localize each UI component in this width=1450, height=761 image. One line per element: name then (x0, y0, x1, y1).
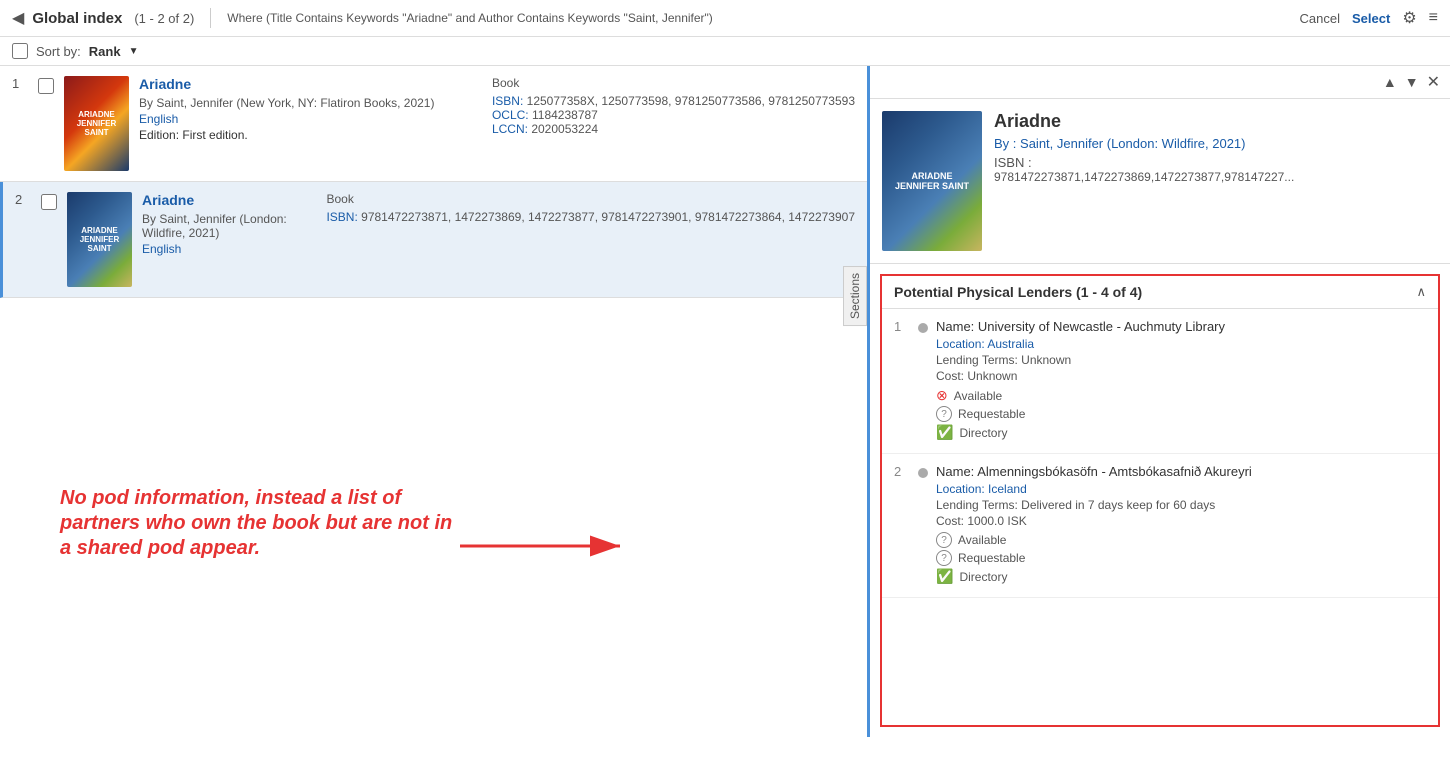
lender-name: Name: University of Newcastle - Auchmuty… (936, 319, 1426, 334)
header-divider (210, 8, 211, 28)
lender-directory: ✅ Directory (936, 424, 1426, 441)
lender-item: 2 Name: Almenningsbókasöfn - Amtsbókasaf… (882, 454, 1438, 598)
annotation-arrow (460, 516, 640, 576)
lender-location: Location: Australia (936, 337, 1426, 351)
right-panel: ▲ ▼ ✕ ARIADNEJENNIFER SAINT Ariadne By :… (870, 66, 1450, 737)
directory-check-icon: ✅ (936, 568, 953, 585)
sort-caret-icon: ▼ (129, 46, 139, 57)
detail-isbn-label: ISBN : (994, 155, 1438, 170)
lender-requestable: ? Requestable (936, 550, 1426, 566)
result-item[interactable]: 1 ARIADNEJENNIFER SAINT Ariadne By Saint… (0, 66, 867, 182)
detail-info: Ariadne By : Saint, Jennifer (London: Wi… (994, 111, 1438, 251)
result-checkbox-2[interactable] (41, 194, 57, 210)
lender-location: Location: Iceland (936, 482, 1426, 496)
result-meta-2: Book ISBN: 9781472273871, 1472273869, 14… (326, 192, 855, 224)
result-language-1: English (139, 112, 482, 126)
book-cover-1: ARIADNEJENNIFER SAINT (64, 76, 129, 171)
result-number: 2 (15, 192, 31, 207)
menu-icon[interactable]: ≡ (1429, 9, 1438, 27)
cancel-button[interactable]: Cancel (1300, 11, 1340, 26)
result-item[interactable]: 2 ARIADNEJENNIFER SAINT Ariadne By Saint… (0, 182, 867, 298)
toolbar: Sort by: Rank ▼ (0, 37, 1450, 66)
book-cover-2: ARIADNEJENNIFER SAINT (67, 192, 132, 287)
back-button[interactable]: ◀ (12, 8, 24, 28)
result-oclc-1: OCLC: 1184238787 (492, 108, 855, 122)
sort-by-label: Sort by: (36, 44, 81, 59)
detail-title: Ariadne (994, 111, 1438, 132)
annotation-text: No pod information, instead a list of pa… (60, 486, 460, 561)
lender-cost: Cost: Unknown (936, 369, 1426, 383)
result-type-2: Book (326, 192, 855, 206)
result-author-1: By Saint, Jennifer (New York, NY: Flatir… (139, 96, 482, 110)
lender-name: Name: Almenningsbókasöfn - Amtsbókasafni… (936, 464, 1426, 479)
result-info-1: Ariadne By Saint, Jennifer (New York, NY… (139, 76, 482, 142)
header: ◀ Global index (1 - 2 of 2) Where (Title… (0, 0, 1450, 37)
lender-directory: ✅ Directory (936, 568, 1426, 585)
main-content: 1 ARIADNEJENNIFER SAINT Ariadne By Saint… (0, 66, 1450, 737)
lenders-title: Potential Physical Lenders (1 - 4 of 4) (894, 284, 1142, 300)
result-language-2: English (142, 242, 316, 256)
sections-tab[interactable]: Sections (843, 266, 867, 326)
directory-check-icon: ✅ (936, 424, 953, 441)
lender-terms: Lending Terms: Delivered in 7 days keep … (936, 498, 1426, 512)
results-list: 1 ARIADNEJENNIFER SAINT Ariadne By Saint… (0, 66, 870, 737)
lender-content: Name: Almenningsbókasöfn - Amtsbókasafni… (936, 464, 1426, 587)
filter-description: Where (Title Contains Keywords "Ariadne"… (227, 11, 1291, 25)
result-checkbox-1[interactable] (38, 78, 54, 94)
lender-status-dot (918, 323, 928, 333)
lender-cost: Cost: 1000.0 ISK (936, 514, 1426, 528)
result-meta-1: Book ISBN: 125077358X, 1250773598, 97812… (492, 76, 855, 136)
available-x-icon: ⊗ (936, 387, 948, 404)
result-author-2: By Saint, Jennifer (London: Wildfire, 20… (142, 212, 316, 240)
page-title: Global index (32, 10, 122, 27)
result-isbn-2: ISBN: 9781472273871, 1472273869, 1472273… (326, 210, 855, 224)
lender-terms: Lending Terms: Unknown (936, 353, 1426, 367)
detail-cover: ARIADNEJENNIFER SAINT (882, 111, 982, 251)
select-button[interactable]: Select (1352, 11, 1390, 26)
lender-status-dot (918, 468, 928, 478)
lender-content: Name: University of Newcastle - Auchmuty… (936, 319, 1426, 443)
detail-by: By : Saint, Jennifer (London: Wildfire, … (994, 136, 1438, 151)
lender-number: 2 (894, 464, 910, 587)
lender-available: ? Available (936, 532, 1426, 548)
lender-available: ⊗ Available (936, 387, 1426, 404)
result-isbn-1: ISBN: 125077358X, 1250773598, 9781250773… (492, 94, 855, 108)
result-title-1[interactable]: Ariadne (139, 76, 482, 92)
lender-item: 1 Name: University of Newcastle - Auchmu… (882, 309, 1438, 454)
sort-rank[interactable]: Rank (89, 44, 121, 59)
select-all-checkbox[interactable] (12, 43, 28, 59)
result-number: 1 (12, 76, 28, 91)
book-detail: ARIADNEJENNIFER SAINT Ariadne By : Saint… (870, 99, 1450, 264)
header-actions: Cancel Select ⚙ ≡ (1300, 8, 1438, 28)
nav-up-icon[interactable]: ▲ (1383, 74, 1397, 90)
close-button[interactable]: ✕ (1427, 72, 1440, 92)
lenders-section: Potential Physical Lenders (1 - 4 of 4) … (880, 274, 1440, 727)
edition-label: Edition: (139, 128, 179, 142)
requestable-q-icon: ? (936, 550, 952, 566)
lender-requestable: ? Requestable (936, 406, 1426, 422)
result-title-2[interactable]: Ariadne (142, 192, 316, 208)
detail-isbn: 9781472273871,1472273869,1472273877,9781… (994, 170, 1438, 184)
lender-number: 1 (894, 319, 910, 443)
result-lccn-1: LCCN: 2020053224 (492, 122, 855, 136)
edition-value: First edition. (182, 128, 247, 142)
result-info-2: Ariadne By Saint, Jennifer (London: Wild… (142, 192, 316, 258)
lenders-header: Potential Physical Lenders (1 - 4 of 4) … (882, 276, 1438, 309)
gear-icon[interactable]: ⚙ (1402, 8, 1416, 28)
available-q-icon: ? (936, 532, 952, 548)
right-panel-nav-header: ▲ ▼ ✕ (870, 66, 1450, 99)
result-type-1: Book (492, 76, 855, 90)
result-edition-1: Edition: First edition. (139, 128, 482, 142)
lenders-collapse-button[interactable]: ∧ (1416, 284, 1426, 300)
result-count: (1 - 2 of 2) (134, 11, 194, 26)
requestable-q-icon: ? (936, 406, 952, 422)
nav-down-icon[interactable]: ▼ (1405, 74, 1419, 90)
